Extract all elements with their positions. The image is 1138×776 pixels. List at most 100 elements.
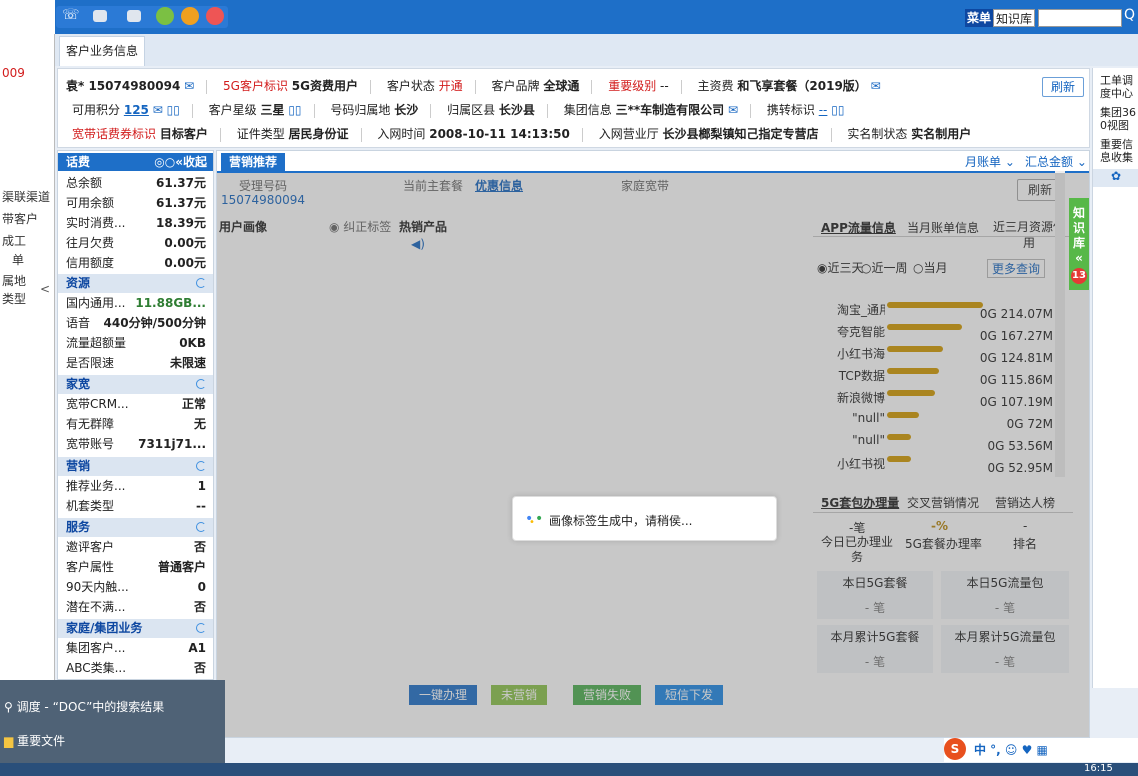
right-item[interactable]: 度中心 [1100,87,1133,100]
realname-value: 实名制用户 [911,127,972,141]
top-search-input[interactable] [1038,9,1122,27]
mail-icon[interactable] [206,7,224,25]
home-row-key: 宽带账号 [66,437,115,451]
service-row-key: 90天内触... [66,580,129,594]
bill-dropdown[interactable]: 月账单 ⌄ [965,153,1015,170]
kb-float-tab[interactable]: 知 识 库 « 13 [1069,198,1089,290]
fee-row-value: 18.39元 [156,216,206,230]
resource-row-value: 440分钟/500分钟 [103,316,206,330]
fee-row: 往月欠费 0.00元 [66,233,206,253]
phone-icon[interactable]: ☏ [62,7,80,25]
taskbar: 16:15 [0,763,1138,776]
hall-value: 长沙县榔梨镇知己指定专营店 [662,127,819,141]
importance-value: -- [660,79,669,93]
refresh-icon[interactable] [196,278,206,288]
detail-icon[interactable]: ▯▯ [288,99,301,121]
video-icon[interactable] [93,10,107,22]
refresh-icon[interactable] [196,522,206,532]
detail-icon[interactable]: ▯▯ [831,99,844,121]
mail-icon[interactable]: ✉ [184,75,194,97]
loading-icon: • [535,511,544,527]
mail-icon[interactable]: ✉ ▯▯ [153,99,180,121]
ime-bar: S 中 °, ☺ ♥ ▦ [944,738,1138,762]
settings-icon[interactable]: ✿ [1093,169,1138,187]
fee-row-key: 总余额 [66,176,103,190]
service-row-key: 邀评客户 [66,540,115,554]
smile-icon[interactable] [181,7,199,25]
resource-row: 是否限速 未限速 [66,353,206,373]
market-row-value: 1 [197,479,206,493]
fee-row: 总余额 61.37元 [66,173,206,193]
resource-row-key: 是否限速 [66,356,115,370]
call-toolbar [56,6,228,28]
points-label: 可用积分 [72,103,121,117]
right-item[interactable]: 工单调 [1100,74,1133,87]
important-files-item[interactable]: ▆ 重要文件 [4,732,65,749]
resource-title: 资源 [66,276,91,290]
menu-button[interactable]: 菜单 [965,9,994,27]
left-strip: 009 渠联渠道 带客户 成工 单 属地 类型 < [0,34,55,684]
5g-tag-label: 5G客户标识 [223,79,288,93]
service-row: 邀评客户 否 [66,537,206,557]
plan-value: 和飞享套餐（2019版） [737,79,867,93]
chat-icon[interactable] [156,7,174,25]
right-item[interactable]: 息收集 [1100,151,1133,164]
group-value: 三**车制造有限公司 [615,103,725,117]
refresh-icon[interactable] [196,461,206,471]
refresh-icon[interactable] [196,623,206,633]
star-value: 三星 [260,103,285,117]
kb-button[interactable]: 知识库 [993,9,1036,27]
tab-marketing[interactable]: 营销推荐 [221,153,286,171]
left-item[interactable]: 成工 [2,232,26,249]
fee-row-value: 0.00元 [164,256,206,270]
left-item[interactable]: 类型 [2,290,26,307]
task-popup: ⚲ 调度 - “DOC”中的搜索结果 ▆ 重要文件 [0,680,225,766]
sidebar: 话费 ◎○«收起 总余额 61.37元 可用余额 61.37元 实时消费... 18.39… [57,150,214,680]
home-row-value: 正常 [181,397,206,411]
points-value[interactable]: 125 [124,99,149,121]
customer-info-panel: 袁* 15074980094 ✉ 5G客户标识 5G资费用户 客户状态 开通 客… [57,68,1090,148]
service-row: 90天内触... 0 [66,577,206,597]
service-row-value: 否 [193,540,206,554]
status-label: 客户状态 [386,79,435,93]
star-label: 客户星级 [208,103,257,117]
tab-customer-info[interactable]: 客户业务信息 [59,36,145,66]
realname-label: 实名制状态 [847,127,908,141]
camera-icon[interactable] [127,10,141,22]
family-row: 集团客户... A1 [66,638,206,658]
left-item[interactable]: 渠联渠道 [2,188,50,205]
right-item[interactable]: 集团36 [1100,106,1136,119]
family-row: ABC类集... 否 [66,658,206,678]
left-item[interactable]: 单 [12,251,24,268]
fee-title: 话费 [66,155,91,169]
mail-icon[interactable]: ✉ [871,75,881,97]
search-icon[interactable]: Q [1124,7,1135,23]
resource-row-value: 11.88GB... [135,296,206,310]
right-item[interactable]: 0视图 [1100,119,1129,132]
resource-row-value: 0KB [179,336,206,350]
summary-dropdown[interactable]: 汇总金额 ⌄ [1025,153,1087,170]
right-item[interactable]: 重要信 [1100,138,1133,151]
left-item[interactable]: 带客户 [2,210,38,227]
loading-dialog: • • • 画像标签生成中，请稍侯... [512,496,777,541]
refresh-icon[interactable] [196,379,206,389]
resource-row-value: 未限速 [169,356,206,370]
left-item[interactable]: 属地 [2,272,26,289]
ime-text[interactable]: 中 °, ☺ ♥ ▦ [974,741,1048,758]
info-row-2: 可用积分 125 ✉ ▯▯ 客户星级 三星 ▯▯ 号码归属地 长沙 归属区县 长… [72,99,844,121]
service-row-key: 客户属性 [66,560,115,574]
transfer-value[interactable]: -- [819,99,828,121]
search-result-item[interactable]: ⚲ 调度 - “DOC”中的搜索结果 [4,698,164,715]
chevron-left-icon[interactable]: < [40,282,50,296]
collapse-button[interactable]: ◎○«收起 [154,153,207,171]
status-value: 开通 [438,79,463,93]
kb-char: 库 [1072,236,1085,250]
bb-label: 宽带话费券标识 [72,127,157,141]
refresh-button[interactable]: 刷新 [1042,77,1084,97]
ime-logo-icon[interactable]: S [944,738,966,760]
mail-icon[interactable]: ✉ [728,99,738,121]
home-title: 家宽 [66,377,91,391]
county-label: 归属区县 [447,103,496,117]
resource-row: 流量超额量 0KB [66,333,206,353]
fee-row-key: 可用余额 [66,196,115,210]
